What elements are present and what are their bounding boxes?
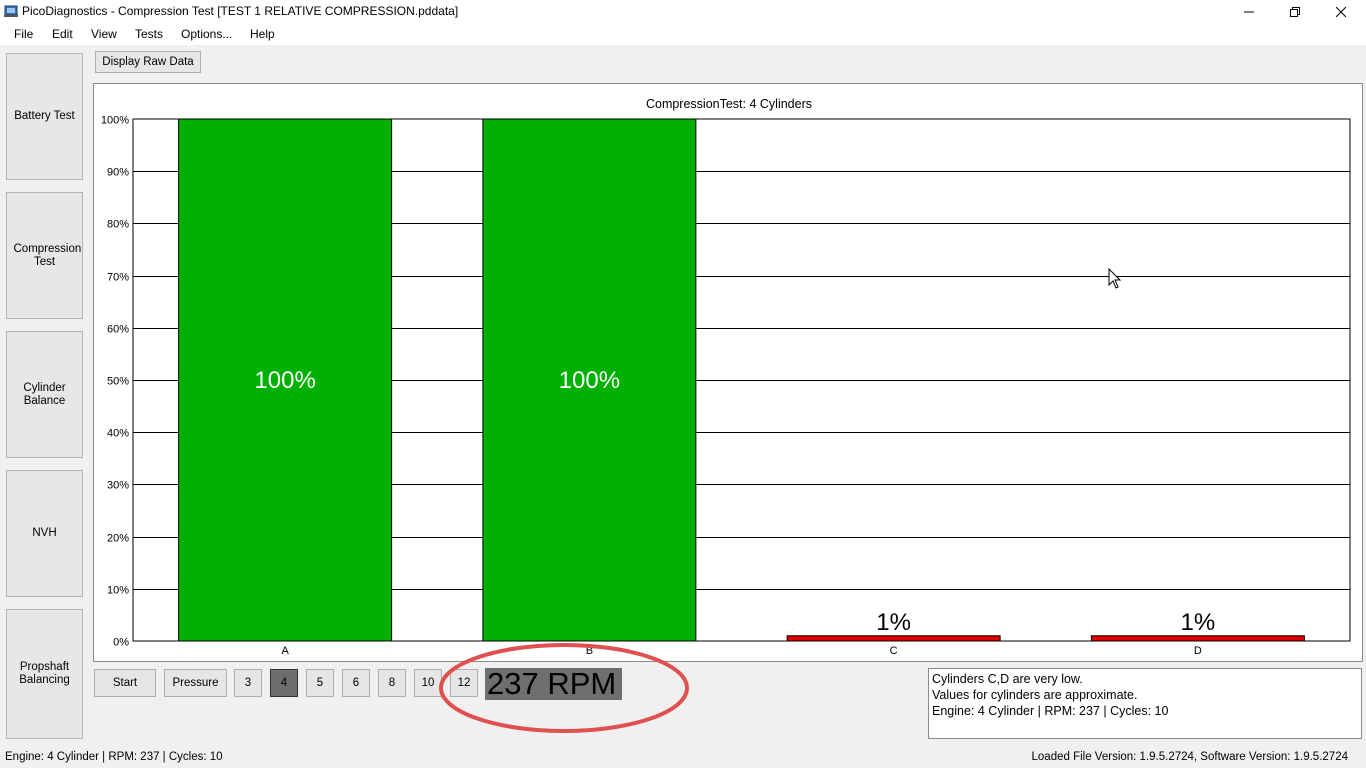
- status-bar: Engine: 4 Cylinder | RPM: 237 | Cycles: …: [0, 744, 1366, 768]
- y-tick-label: 30%: [107, 480, 129, 492]
- y-tick-label: 10%: [107, 585, 129, 597]
- y-tick-label: 20%: [107, 533, 129, 545]
- status-engine-info: Engine: 4 Cylinder | RPM: 237 | Cycles: …: [5, 751, 223, 763]
- highlight-ellipse: [439, 643, 689, 733]
- battery-test-label: Battery Test: [14, 110, 75, 122]
- minimize-button[interactable]: [1226, 0, 1272, 23]
- compression-chart: 0% 10% 20% 30% 40% 50% 60% 70% 80% 90% 100% 100% A 10…: [101, 115, 1351, 657]
- display-raw-data-label: Display Raw Data: [102, 56, 194, 68]
- menu-bar: File Edit View Tests Options... Help: [0, 23, 1366, 45]
- window-title: PicoDiagnostics - Compression Test [TEST…: [22, 4, 459, 18]
- bar-value-label: 100%: [254, 367, 315, 394]
- compression-test-button[interactable]: Compression Test: [6, 192, 83, 319]
- message-box: Cylinders C,D are very low. Values for c…: [928, 668, 1362, 739]
- menu-file[interactable]: File: [14, 27, 33, 41]
- restore-button[interactable]: [1272, 0, 1318, 23]
- cylinder-count-4-button[interactable]: 4: [270, 669, 298, 697]
- bar-value-label: 1%: [876, 609, 911, 636]
- x-category-label: C: [890, 645, 898, 657]
- cylinder-count-6-button[interactable]: 6: [342, 669, 370, 697]
- battery-test-button[interactable]: Battery Test: [6, 53, 83, 180]
- y-tick-label: 40%: [107, 428, 129, 440]
- display-raw-data-button[interactable]: Display Raw Data: [95, 51, 201, 73]
- y-tick-label: 80%: [107, 219, 129, 231]
- y-tick-label: 60%: [107, 324, 129, 336]
- y-tick-label: 50%: [107, 376, 129, 388]
- cylinder-balance-label: Cylinder Balance: [23, 381, 66, 407]
- message-line: Engine: 4 Cylinder | RPM: 237 | Cycles: …: [932, 704, 1169, 718]
- propshaft-balancing-label: Propshaft Balancing: [19, 661, 70, 686]
- message-line: Values for cylinders are approximate.: [932, 688, 1138, 702]
- cylinder-count-5-button[interactable]: 5: [306, 669, 334, 697]
- y-tick-label: 0%: [113, 637, 129, 649]
- title-bar: PicoDiagnostics - Compression Test [TEST…: [0, 0, 1366, 23]
- y-tick-label: 90%: [107, 167, 129, 179]
- close-icon: [1336, 6, 1346, 17]
- menu-help[interactable]: Help: [250, 27, 275, 41]
- cylinder-count-8-button[interactable]: 8: [378, 669, 406, 697]
- y-tick-label: 70%: [107, 272, 129, 284]
- minimize-icon: [1244, 11, 1254, 12]
- cylinder-count-3-button[interactable]: 3: [234, 669, 262, 697]
- bar-value-label: 100%: [559, 367, 620, 394]
- nvh-button[interactable]: NVH: [6, 470, 83, 597]
- y-tick-label: 100%: [101, 115, 129, 127]
- start-button[interactable]: Start: [94, 669, 156, 697]
- menu-edit[interactable]: Edit: [52, 27, 73, 41]
- bar-value-label: 1%: [1181, 609, 1216, 636]
- menu-view[interactable]: View: [91, 27, 117, 41]
- chart-panel: CompressionTest: 4 Cylinders 0% 10% 20% 30%…: [93, 83, 1363, 662]
- menu-tests[interactable]: Tests: [135, 27, 163, 41]
- propshaft-balancing-button[interactable]: Propshaft Balancing: [6, 609, 83, 739]
- cylinder-balance-button[interactable]: Cylinder Balance: [6, 331, 83, 458]
- x-category-label: A: [281, 645, 289, 657]
- compression-test-label: Compression Test: [13, 242, 82, 268]
- message-line: Cylinders C,D are very low.: [932, 672, 1083, 686]
- mouse-cursor-icon: [1108, 268, 1122, 289]
- app-icon: [4, 5, 18, 17]
- close-button[interactable]: [1318, 0, 1364, 23]
- status-version-info: Loaded File Version: 1.9.5.2724, Softwar…: [1031, 751, 1348, 763]
- menu-options[interactable]: Options...: [181, 27, 232, 41]
- bar-C: [786, 635, 1001, 642]
- bar-D: [1090, 635, 1305, 642]
- start-label: Start: [112, 677, 138, 689]
- nvh-label: NVH: [32, 527, 57, 539]
- pressure-button[interactable]: Pressure: [164, 669, 227, 697]
- pressure-label: Pressure: [172, 677, 219, 689]
- x-category-label: D: [1194, 645, 1202, 657]
- restore-icon: [1290, 6, 1300, 17]
